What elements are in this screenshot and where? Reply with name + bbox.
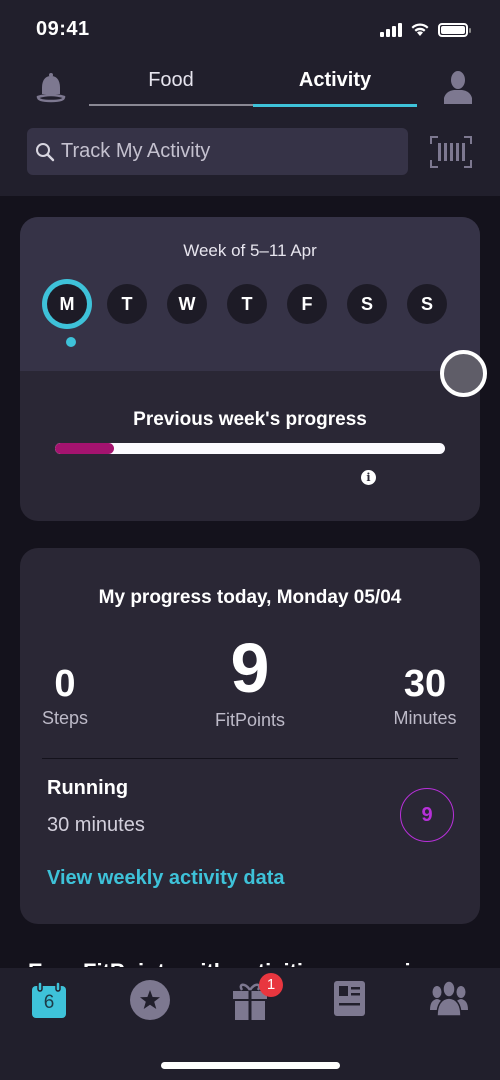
header: 09:41 Food Activity [0, 0, 500, 196]
steps-value: 0 [54, 663, 76, 705]
previous-week-title: Previous week's progress [133, 409, 367, 430]
activity-points-badge: 9 [400, 788, 454, 842]
steps-stat: 0 Steps [34, 662, 96, 729]
minutes-stat: 30 Minutes [384, 662, 466, 729]
activity-duration: 30 minutes [47, 814, 145, 836]
search-bar[interactable] [27, 128, 408, 175]
barcode-scan-icon[interactable] [430, 136, 472, 168]
battery-icon [438, 22, 471, 37]
search-input[interactable] [61, 140, 391, 163]
today-indicator-dot [66, 337, 76, 347]
day-thursday[interactable]: T [227, 284, 267, 324]
day-saturday[interactable]: S [347, 284, 387, 324]
profile-icon[interactable] [442, 70, 474, 104]
wifi-icon [411, 23, 429, 36]
day-wednesday[interactable]: W [167, 284, 207, 324]
fitpoints-value: 9 [230, 629, 270, 707]
group-icon[interactable] [430, 980, 468, 1016]
today-progress-card: My progress today, Monday 05/04 0 Steps … [20, 548, 480, 924]
day-selector: M T W T F S S [47, 284, 447, 324]
status-icons [380, 22, 471, 37]
status-time: 09:41 [36, 18, 90, 40]
nav-calendar[interactable]: 6 [32, 982, 66, 1018]
fitpoints-stat: 9 FitPoints [200, 628, 300, 731]
bell-icon[interactable] [36, 72, 66, 104]
previous-week-progress-bar [55, 443, 445, 454]
info-icon[interactable]: i [361, 470, 376, 485]
day-tuesday[interactable]: T [107, 284, 147, 324]
today-title: My progress today, Monday 05/04 [98, 587, 402, 608]
minutes-value: 30 [403, 663, 447, 705]
status-bar: 09:41 [0, 0, 500, 60]
fitpoints-label: FitPoints [214, 710, 286, 730]
nav-star[interactable] [129, 979, 171, 1021]
divider [42, 758, 458, 759]
week-title: Week of 5–11 Apr [183, 241, 317, 260]
top-tabs: Food Activity [89, 60, 417, 108]
minutes-label: Minutes [393, 708, 457, 728]
home-indicator[interactable] [161, 1062, 340, 1069]
day-sunday[interactable]: S [407, 284, 447, 324]
activity-name[interactable]: Running [47, 777, 128, 800]
assistive-touch-button[interactable] [440, 350, 487, 397]
search-icon [36, 142, 55, 161]
progress-fill [55, 443, 114, 454]
day-monday[interactable]: M [47, 284, 87, 324]
tab-food[interactable]: Food [89, 60, 253, 108]
day-friday[interactable]: F [287, 284, 327, 324]
earn-fitpoints-heading: Earn FitPoints with activities you enjoy [28, 957, 436, 967]
view-weekly-activity-link[interactable]: View weekly activity data [47, 867, 285, 890]
notification-badge: 1 [259, 973, 283, 997]
signal-icon [380, 22, 402, 37]
week-card: Week of 5–11 Apr M T W T F S S Previous … [20, 217, 480, 521]
tab-activity[interactable]: Activity [253, 60, 417, 108]
newspaper-icon[interactable] [334, 981, 365, 1016]
steps-label: Steps [41, 708, 89, 728]
calendar-day-number: 6 [43, 992, 55, 1013]
